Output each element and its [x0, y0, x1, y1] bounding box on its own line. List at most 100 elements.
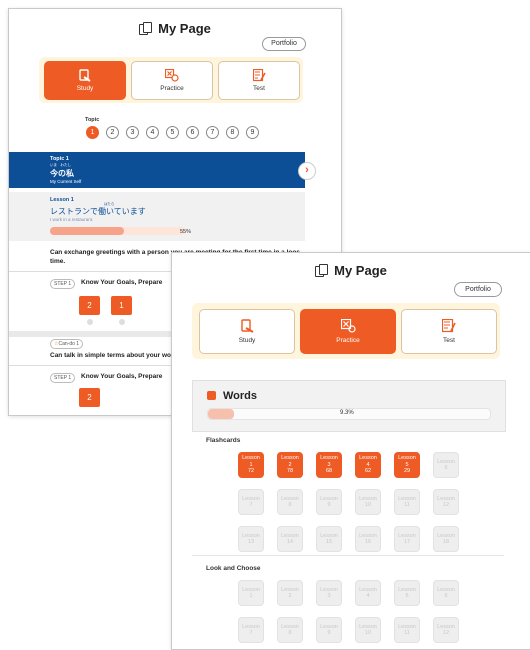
lesson-tile[interactable]: Lesson 15	[316, 526, 342, 552]
lesson-tile[interactable]: Lesson 1 72	[238, 452, 264, 478]
topic-number-2[interactable]: 2	[106, 126, 119, 139]
tab-bar: Study Practice Test	[192, 303, 500, 359]
test-icon	[252, 68, 266, 82]
lesson-tile[interactable]: Lesson 12	[433, 617, 459, 643]
lesson-tile[interactable]: Lesson 10	[355, 617, 381, 643]
lesson-tile[interactable]: Lesson 10	[355, 489, 381, 515]
words-icon	[207, 391, 216, 400]
lesson-tile[interactable]: Lesson 8	[277, 617, 303, 643]
lesson-tile[interactable]: Lesson 11	[394, 489, 420, 515]
lesson-tile-number: 8	[288, 630, 292, 636]
study-icon	[79, 69, 91, 82]
lesson-tile-number: 18	[442, 539, 450, 545]
topic-number-7[interactable]: 7	[206, 126, 219, 139]
tab-study[interactable]: Study	[44, 61, 126, 100]
lesson-tile[interactable]: Lesson 1	[238, 580, 264, 606]
lesson-tile-number: 4	[366, 593, 370, 599]
lesson-tile[interactable]: Lesson 9	[316, 617, 342, 643]
lesson-tile[interactable]: Lesson 2	[277, 580, 303, 606]
topic-subtitle: My Current Self	[50, 179, 82, 184]
lesson-tile-number: 14	[286, 539, 294, 545]
lesson-tile-number: 11	[404, 502, 410, 508]
lesson-tile[interactable]: Lesson 11	[394, 617, 420, 643]
lesson-tile[interactable]: Lesson 8	[277, 489, 303, 515]
can-do-badge: ☆Can-do 1	[50, 339, 84, 349]
lesson-tile-number: 15	[325, 539, 333, 545]
lesson-tile-number: 6	[444, 465, 448, 471]
lesson-tile[interactable]: Lesson 5 29	[394, 452, 420, 478]
lesson-tile[interactable]: Lesson 3	[316, 580, 342, 606]
page-title: My Page	[9, 21, 341, 36]
lesson-tile[interactable]: Lesson 16	[355, 526, 381, 552]
tab-study[interactable]: Study	[199, 309, 295, 354]
lesson-tile[interactable]: Lesson 9	[316, 489, 342, 515]
topic-number-4[interactable]: 4	[146, 126, 159, 139]
lesson-tile[interactable]: Lesson 18	[433, 526, 459, 552]
practice-icon	[340, 318, 356, 333]
step-badge: STEP 1	[50, 373, 76, 383]
lesson-tile-count: 68	[325, 468, 333, 475]
words-progress-text: 9.3%	[340, 410, 354, 416]
lesson-tile-number: 12	[442, 630, 450, 636]
lesson-tile[interactable]: Lesson 7	[238, 489, 264, 515]
step-title: Know Your Goals, Prepare	[81, 279, 163, 286]
lesson-tile[interactable]: Lesson 2 78	[277, 452, 303, 478]
task-box-1[interactable]: 2	[79, 296, 100, 315]
topic-number-6[interactable]: 6	[186, 126, 199, 139]
next-topic-button[interactable]: ›	[298, 162, 316, 180]
tab-label: Test	[253, 85, 265, 92]
topic-header-label: Topic 1	[50, 156, 69, 162]
lesson-tile-number: 5	[405, 593, 409, 599]
lesson-tile-number: 11	[404, 630, 410, 636]
lesson-tile-number: 16	[364, 539, 372, 545]
status-dot	[119, 319, 125, 325]
tab-practice[interactable]: Practice	[131, 61, 213, 100]
lesson-tile[interactable]: Lesson 6	[433, 452, 459, 478]
lesson-tile-number: 10	[364, 502, 372, 508]
lesson-tile[interactable]: Lesson 7	[238, 617, 264, 643]
lesson-tile-number: 6	[444, 593, 448, 599]
topic-number-5[interactable]: 5	[166, 126, 179, 139]
lesson-tile-number: 12	[442, 502, 450, 508]
lesson-tile-number: 9	[327, 630, 331, 636]
page-title-text: My Page	[158, 21, 211, 36]
lesson-tile[interactable]: Lesson 4	[355, 580, 381, 606]
words-card: Words 9.3%	[192, 380, 506, 432]
practice-icon	[164, 68, 179, 82]
portfolio-button[interactable]: Portfolio	[262, 37, 306, 51]
status-dot	[87, 319, 93, 325]
tab-test[interactable]: Test	[218, 61, 300, 100]
lesson-tile-count: 29	[403, 468, 411, 475]
lesson-tile[interactable]: Lesson 14	[277, 526, 303, 552]
tab-practice[interactable]: Practice	[300, 309, 396, 354]
lesson-tile[interactable]: Lesson 13	[238, 526, 264, 552]
topic-number-8[interactable]: 8	[226, 126, 239, 139]
lesson-tile[interactable]: Lesson 3 68	[316, 452, 342, 478]
test-icon	[441, 318, 456, 333]
lesson-card[interactable]: Lesson 1 はたら レストランで働いています I work in a re…	[9, 192, 305, 241]
task-box-2[interactable]: 1	[111, 296, 132, 315]
step-title: Know Your Goals, Prepare	[81, 373, 163, 380]
lesson-tile[interactable]: Lesson 5	[394, 580, 420, 606]
lesson-tile[interactable]: Lesson 4 62	[355, 452, 381, 478]
topic-number-3[interactable]: 3	[126, 126, 139, 139]
look-and-choose-label: Look and Choose	[206, 565, 261, 572]
topic-number-9[interactable]: 9	[246, 126, 259, 139]
tab-label: Practice	[336, 337, 360, 344]
topic-number-1[interactable]: 1	[86, 126, 99, 139]
lesson-tile[interactable]: Lesson 17	[394, 526, 420, 552]
tab-bar: Study Practice Test	[39, 57, 303, 103]
lesson-tile-number: 8	[288, 502, 292, 508]
book-icon	[315, 264, 329, 277]
tab-label: Study	[76, 85, 94, 92]
lesson-tile[interactable]: Lesson 6	[433, 580, 459, 606]
task-box-3[interactable]: 2	[79, 388, 100, 407]
lesson-tile[interactable]: Lesson 12	[433, 489, 459, 515]
portfolio-button[interactable]: Portfolio	[454, 282, 502, 297]
lesson-tile-number: 3	[327, 593, 331, 599]
lesson-tile-count: 72	[247, 468, 255, 475]
lesson-title: レストランで働いています	[50, 207, 146, 216]
practice-page-window: My Page Portfolio Study Practice Test Wo…	[171, 252, 530, 650]
tab-test[interactable]: Test	[401, 309, 497, 354]
tab-label: Practice	[160, 85, 184, 92]
